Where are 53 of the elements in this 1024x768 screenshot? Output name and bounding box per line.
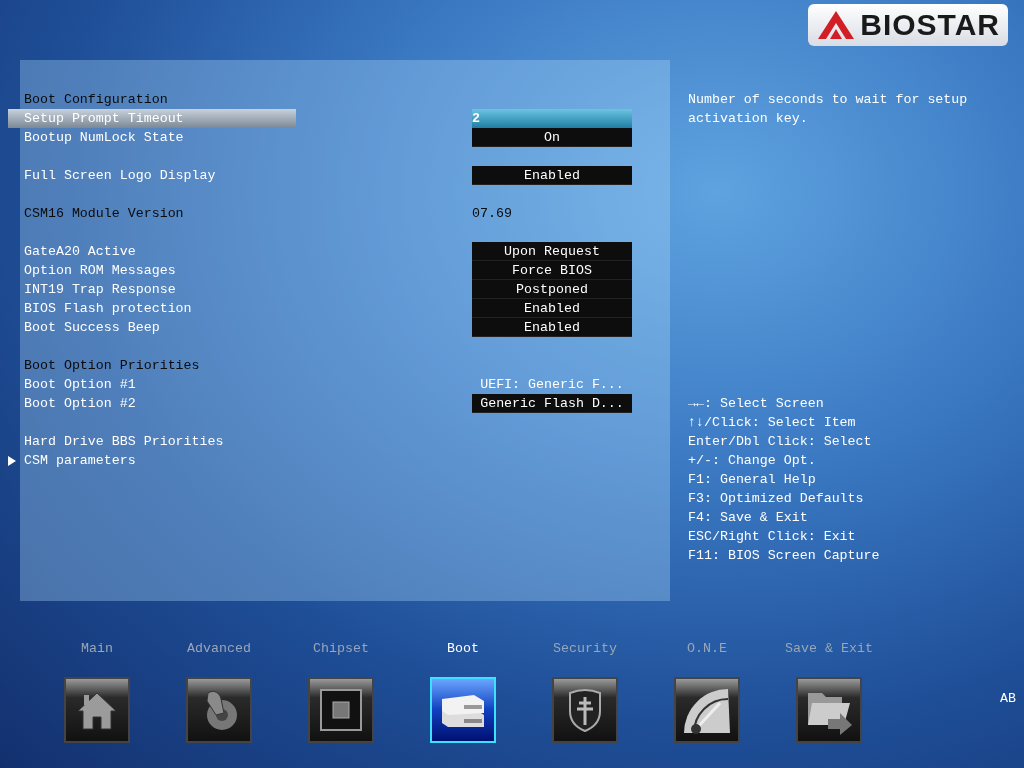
setting-label[interactable]: Boot Option #2 — [24, 394, 136, 413]
key-hint: →←: Select Screen — [688, 395, 825, 413]
drive-stack-icon — [430, 676, 496, 743]
menu-tab[interactable]: Chipset — [280, 639, 402, 768]
option-value[interactable]: Generic Flash D... — [472, 394, 632, 413]
key-hint: Enter/Dbl Click: Select — [688, 433, 873, 451]
option-value[interactable]: Enabled — [472, 166, 632, 185]
key-hint: F1: General Help — [688, 471, 817, 489]
logo-mark-icon — [816, 9, 857, 41]
setting-label[interactable]: Boot Option #1 — [24, 375, 136, 394]
option-value[interactable]: Postponed — [472, 280, 632, 299]
option-value[interactable]: Enabled — [472, 318, 632, 337]
option-value[interactable]: On — [472, 128, 632, 147]
brand-name: BIOSTAR — [860, 7, 1000, 43]
section-heading: Boot Option Priorities — [24, 357, 200, 375]
input-field[interactable]: 2 — [472, 109, 632, 128]
option-value[interactable]: Upon Request — [472, 242, 632, 261]
menu-tab[interactable]: O.N.E — [646, 639, 768, 768]
gauge-icon — [674, 676, 740, 743]
lever-icon — [186, 676, 252, 743]
setting-label[interactable]: Hard Drive BBS Priorities — [24, 432, 224, 451]
option-value[interactable]: Force BIOS — [472, 261, 632, 280]
help-description: Number of seconds to wait for setup activation key. — [688, 91, 969, 128]
key-hint: F11: BIOS Screen Capture — [688, 547, 881, 565]
section-heading: Boot Configuration — [24, 91, 168, 109]
setting-label[interactable]: INT19 Trap Response — [24, 280, 176, 299]
menu-tab[interactable]: Main — [36, 639, 158, 768]
chip-icon — [308, 676, 374, 743]
key-hint: F4: Save & Exit — [688, 509, 809, 527]
house-icon — [64, 676, 130, 743]
key-hint: ↑↓/Click: Select Item — [688, 414, 857, 432]
setting-label[interactable]: Option ROM Messages — [24, 261, 176, 280]
setting-label[interactable]: Full Screen Logo Display — [24, 166, 216, 185]
menu-tab[interactable]: Advanced — [158, 639, 280, 768]
option-value[interactable]: Enabled — [472, 299, 632, 318]
option-value[interactable]: UEFI: Generic F... — [472, 375, 632, 394]
key-hint: ESC/Right Click: Exit — [688, 528, 857, 546]
menu-tab[interactable]: Security — [524, 639, 646, 768]
setting-label[interactable]: CSM parameters — [24, 451, 136, 470]
setting-label: CSM16 Module Version — [24, 205, 184, 223]
key-hint: +/-: Change Opt. — [688, 452, 817, 470]
setting-label[interactable]: Bootup NumLock State — [24, 128, 184, 147]
status-text: AB — [1000, 690, 1016, 708]
selected-setting[interactable]: Setup Prompt Timeout — [8, 109, 296, 128]
key-hint: F3: Optimized Defaults — [688, 490, 865, 508]
shield-icon — [552, 676, 618, 743]
menu-tab[interactable]: Save & Exit — [768, 639, 890, 768]
setting-label[interactable]: BIOS Flash protection — [24, 299, 192, 318]
menu-tab[interactable]: Boot — [402, 639, 524, 768]
setting-label[interactable]: Boot Success Beep — [24, 318, 160, 337]
info-value: 07.69 — [472, 205, 513, 223]
setting-label[interactable]: GateA20 Active — [24, 242, 136, 261]
submenu-arrow-icon — [8, 456, 16, 466]
